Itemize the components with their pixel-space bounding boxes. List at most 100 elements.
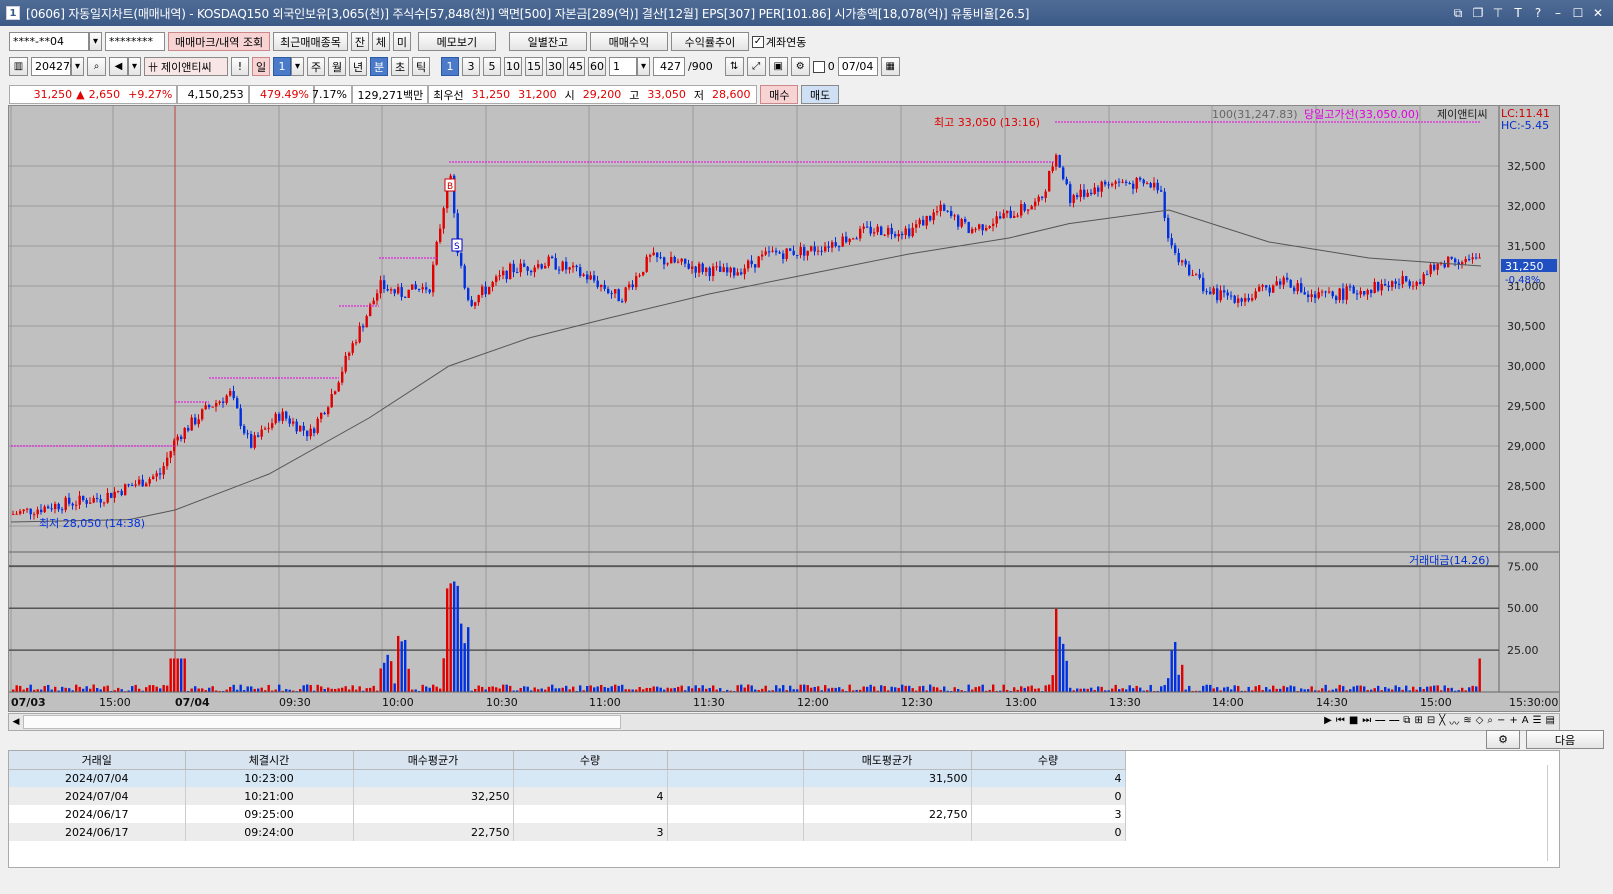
zoom-out-icon[interactable]: − [1497,715,1505,730]
window-tool-icon[interactable]: ⧉ [1403,715,1410,730]
code-input[interactable]: 204270 [31,57,77,76]
line-tool-icon[interactable]: ⎯⎯ [1375,715,1385,730]
display-count-input[interactable]: 427 [653,57,685,76]
date-input[interactable]: 07/04 [837,57,878,76]
second-button[interactable]: 초 [391,57,409,76]
speaker-icon[interactable]: ◀ [109,57,128,76]
column-header[interactable]: 매도평균가 [803,751,972,770]
month-button[interactable]: 월 [328,57,346,76]
column-header[interactable]: 체결시간 [185,751,354,770]
search-icon[interactable]: ⌕ [87,57,106,76]
band-tool-icon[interactable]: ≋ [1463,715,1471,730]
zoom-in-icon[interactable]: + [1509,715,1517,730]
interval-45-button[interactable]: 45 [567,57,585,76]
tick-button[interactable]: 틱 [412,57,430,76]
pin-icon[interactable]: ⊤ [1491,6,1505,20]
grid-scrollbar[interactable] [1547,765,1555,861]
chevron-down-icon[interactable]: ▾ [291,57,304,76]
day-count-button[interactable]: 1 [273,57,291,76]
table-row[interactable]: 2024/07/04 10:23:00 31,500 4 [9,769,1126,787]
column-header[interactable]: 수량 [513,751,668,770]
cross-tool-icon[interactable]: ╳ [1439,715,1445,730]
column-header[interactable]: 매수평균가 [353,751,514,770]
rewind-icon[interactable]: ⏮ [1336,715,1345,730]
copy-icon[interactable]: ❐ [1471,6,1485,20]
shape-tool-icon[interactable]: ◇ [1476,715,1484,730]
alert-button[interactable]: ! [231,57,249,76]
table-row[interactable]: 2024/06/17 09:24:00 22,750 3 0 [9,823,1126,841]
minimize-icon[interactable]: – [1551,6,1565,20]
trade-profit-button[interactable]: 매매수익 [589,32,668,51]
date-checkbox[interactable] [812,60,825,73]
stop-icon[interactable]: ■ [1349,715,1358,730]
scroll-thumb[interactable] [23,715,621,729]
account-select[interactable]: ****-**04 [9,32,89,51]
scroll-left-icon[interactable]: ◀ [9,714,23,730]
text-tool-icon[interactable]: A [1522,715,1529,730]
zoom-icon[interactable]: ⌕ [1487,715,1493,730]
stock-name-field[interactable]: 卄 제이앤티씨 [144,57,228,76]
link-icon[interactable]: ⧉ [1451,6,1465,20]
minute-button[interactable]: 분 [370,57,388,76]
calendar-icon[interactable]: ▦ [880,57,900,76]
account-link-checkbox[interactable]: ✓ 계좌연동 [751,34,806,50]
table-row[interactable]: 2024/07/04 10:21:00 32,250 4 0 [9,787,1126,805]
chevron-down-icon[interactable]: ▾ [128,57,141,76]
unfilled-button[interactable]: 미 [392,32,411,51]
save-icon[interactable]: ▣ [768,57,788,76]
interval-10-button[interactable]: 10 [504,57,522,76]
password-field[interactable]: ******** [105,32,165,51]
text-icon[interactable]: T [1511,6,1525,20]
help-icon[interactable]: ? [1531,6,1545,20]
chevron-down-icon[interactable]: ▾ [89,32,102,51]
trade-mark-button[interactable]: 매매마크/내역 조회 [168,32,271,51]
settings-button[interactable]: ⚙ [1486,730,1520,749]
interval-30-button[interactable]: 30 [546,57,564,76]
week-button[interactable]: 주 [307,57,325,76]
indicator-icon[interactable]: ⇅ [724,57,744,76]
table-row[interactable]: 2024/06/17 09:25:00 22,750 3 [9,805,1126,823]
panel-icon[interactable]: ▥ [9,57,28,76]
recent-trade-button[interactable]: 최근매매종목 [273,32,348,51]
balance-button[interactable]: 잔 [350,32,369,51]
interval-1-button[interactable]: 1 [441,57,459,76]
forward-icon[interactable]: ⏭ [1362,715,1371,730]
close-icon[interactable]: ✕ [1591,6,1605,20]
chevron-down-icon[interactable]: ▾ [71,57,84,76]
interval-60-button[interactable]: 60 [588,57,606,76]
buy-button[interactable]: 매수 [760,85,799,104]
interval-15-button[interactable]: 15 [525,57,543,76]
fib-tool-icon[interactable]: ⊟ [1427,715,1435,730]
interval-count-select[interactable]: 1 [609,57,637,76]
maximize-icon[interactable]: ☐ [1571,6,1585,20]
price-chart[interactable]: 32,500 32,000 31,500 31,000 30,500 30,000 29,5… [8,105,1560,712]
interval-5-button[interactable]: 5 [483,57,501,76]
daily-balance-button[interactable]: 일별잔고 [508,32,587,51]
volume-bar [306,684,309,692]
wave-tool-icon[interactable]: 〰 [1449,715,1459,730]
list-tool-icon[interactable]: ☰ [1533,715,1542,730]
trend-tool-icon[interactable]: ⎯⎯ [1389,715,1399,730]
volume-bar [460,623,463,692]
year-button[interactable]: 년 [349,57,367,76]
volume-bar [1475,686,1478,692]
next-button[interactable]: 다음 [1526,730,1604,749]
day-button[interactable]: 일 [252,57,270,76]
grid-tool-icon[interactable]: ⊞ [1414,715,1422,730]
image-tool-icon[interactable]: ▤ [1546,715,1555,730]
candle [162,466,165,475]
sell-button[interactable]: 매도 [801,85,839,104]
chevron-down-icon[interactable]: ▾ [637,57,650,76]
play-icon[interactable]: ▶ [1324,715,1332,730]
chart-scrollbar[interactable]: ◀ ▶ ⏮ ■ ⏭ ⎯⎯ ⎯⎯ ⧉ ⊞ ⊟ ╳ 〰 ≋ ◇ ⌕ − + A ☰ … [8,713,1560,731]
chart-canvas[interactable]: 32,50032,00031,50031,00030,50030,00029,5… [9,106,1560,712]
gear-icon[interactable]: ⚙ [790,57,810,76]
toggle-icon[interactable]: ⤢ [746,57,766,76]
execution-button[interactable]: 체 [371,32,390,51]
memo-button[interactable]: 메모보기 [417,32,496,51]
interval-3-button[interactable]: 3 [462,57,480,76]
profit-rate-button[interactable]: 수익률추이 [670,32,749,51]
column-header[interactable] [667,751,804,770]
column-header[interactable]: 거래일 [9,751,186,770]
column-header[interactable]: 수량 [971,751,1126,770]
